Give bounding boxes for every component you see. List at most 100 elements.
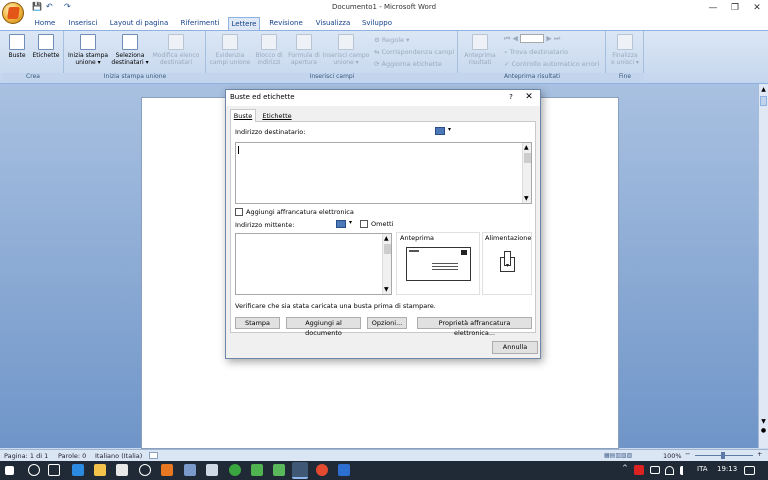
tab-sviluppo[interactable]: Sviluppo — [358, 17, 396, 30]
address-book-icon[interactable] — [435, 127, 445, 135]
mittente-scrollbar[interactable]: ▲ ▼ — [382, 234, 391, 294]
annulla-button[interactable]: Annulla — [492, 341, 538, 354]
app-icon[interactable] — [273, 464, 285, 476]
scroll-down-icon[interactable]: ▼ — [384, 286, 389, 293]
address-book-icon[interactable] — [336, 220, 346, 228]
modifica-elenco-button[interactable]: Modifica elenco destinatari — [150, 34, 202, 66]
destinatario-scrollbar[interactable]: ▲ ▼ — [522, 143, 531, 203]
first-record-icon[interactable]: ⏮ — [504, 35, 510, 43]
anteprima-box[interactable]: Anteprima — [396, 232, 480, 295]
task-view-icon[interactable] — [48, 464, 60, 476]
undo-icon[interactable]: ↶ — [46, 2, 53, 14]
tab-layout[interactable]: Layout di pagina — [106, 17, 172, 30]
search-icon[interactable] — [28, 464, 40, 476]
scroll-down-icon[interactable]: ▼ — [760, 418, 767, 426]
scroll-up-icon[interactable]: ▲ — [760, 86, 767, 94]
office-button[interactable] — [2, 2, 24, 24]
chrome-icon[interactable] — [316, 464, 328, 476]
zoom-level[interactable]: 100% — [663, 452, 682, 460]
last-record-icon[interactable]: ⏭ — [554, 35, 560, 43]
app-icon[interactable] — [161, 464, 173, 476]
word-taskbar-icon[interactable] — [292, 462, 308, 479]
dialog-close-button[interactable]: ✕ — [522, 90, 536, 105]
tray-app-icon[interactable] — [634, 465, 644, 475]
tab-riferimenti[interactable]: Riferimenti — [176, 17, 224, 30]
app-icon[interactable] — [338, 464, 350, 476]
app-icon[interactable] — [206, 464, 218, 476]
ometti-checkbox[interactable] — [360, 220, 368, 228]
scroll-down-icon[interactable]: ▼ — [524, 195, 529, 202]
seleziona-destinatari-button[interactable]: Seleziona destinatari ▾ — [110, 34, 150, 66]
stampa-button[interactable]: Stampa — [235, 317, 280, 329]
volume-icon[interactable] — [680, 466, 689, 475]
scroll-thumb[interactable] — [384, 244, 391, 254]
app-icon[interactable] — [229, 464, 241, 476]
evidenzia-campi-button[interactable]: Evidenzia campi unione — [208, 34, 252, 66]
affrancatura-checkbox[interactable] — [235, 208, 243, 216]
network-icon[interactable] — [665, 466, 674, 475]
tab-visualizza[interactable]: Visualizza — [312, 17, 354, 30]
close-button[interactable]: ✕ — [746, 0, 768, 17]
input-language[interactable]: ITA — [697, 465, 708, 473]
dialog-help-button[interactable]: ? — [505, 90, 517, 105]
minimize-button[interactable]: — — [702, 0, 724, 17]
battery-icon[interactable] — [650, 466, 660, 474]
windows-start-icon[interactable] — [5, 466, 14, 475]
scroll-up-icon[interactable]: ▲ — [384, 235, 389, 242]
maximize-button[interactable]: ❐ — [724, 0, 746, 17]
buste-button[interactable]: Buste — [5, 34, 29, 59]
tab-buste[interactable]: Buste — [230, 109, 256, 122]
corrispondenza-campi-button[interactable]: ⇆ Corrispondenza campi — [374, 47, 456, 57]
mittente-field[interactable]: ▲ ▼ — [235, 233, 392, 295]
trova-destinatario-button[interactable]: ⌕ Trova destinatario — [504, 47, 600, 57]
save-icon[interactable]: 💾 — [32, 2, 42, 14]
aggiorna-etichette-button[interactable]: ⟳ Aggiorna etichette — [374, 59, 454, 69]
edge-icon[interactable] — [72, 464, 84, 476]
tab-inserisci[interactable]: Inserisci — [64, 17, 102, 30]
regole-button[interactable]: ⚙ Regole ▾ — [374, 35, 454, 45]
app-icon[interactable] — [184, 464, 196, 476]
record-navigation[interactable]: ⏮ ◀ ▶ ⏭ — [504, 34, 584, 44]
scroll-up-icon[interactable]: ▲ — [524, 144, 529, 151]
inizia-stampa-unione-button[interactable]: Inizia stampa unione ▾ — [66, 34, 110, 66]
view-buttons[interactable]: ▦▤▥▧▨ — [604, 452, 654, 460]
tab-home[interactable]: Home — [30, 17, 60, 30]
inserisci-campo-unione-button[interactable]: Inserisci campo unione ▾ — [322, 34, 370, 66]
zoom-out-button[interactable]: − — [685, 450, 690, 458]
zoom-slider-thumb[interactable] — [721, 452, 725, 459]
tab-revisione[interactable]: Revisione — [266, 17, 306, 30]
page-indicator[interactable]: Pagina: 1 di 1 — [4, 452, 48, 460]
chevron-down-icon[interactable]: ▾ — [448, 126, 451, 133]
vertical-scrollbar[interactable]: ▲ ▼ ● — [758, 84, 768, 448]
app-icon[interactable] — [251, 464, 263, 476]
tab-lettere[interactable]: Lettere — [228, 17, 260, 30]
alimentazione-box[interactable]: Alimentazione — [482, 232, 532, 295]
file-explorer-icon[interactable] — [94, 464, 106, 476]
language-indicator[interactable]: Italiano (Italia) — [95, 452, 142, 460]
word-count[interactable]: Parole: 0 — [58, 452, 86, 460]
etichette-button[interactable]: Etichette — [31, 34, 61, 59]
zoom-in-button[interactable]: + — [757, 450, 762, 458]
media-icon[interactable] — [139, 464, 151, 476]
redo-icon[interactable]: ↷ — [64, 2, 71, 14]
store-icon[interactable] — [116, 464, 128, 476]
select-browse-object-icon[interactable]: ● — [760, 427, 767, 435]
macro-record-icon[interactable] — [149, 452, 158, 459]
action-center-icon[interactable] — [744, 466, 755, 475]
controllo-errori-button[interactable]: ✓ Controllo automatico errori — [504, 59, 604, 69]
record-number-field[interactable] — [520, 34, 545, 43]
anteprima-risultati-button[interactable]: Anteprima risultati — [460, 34, 500, 66]
proprieta-affrancatura-button[interactable]: Proprietà affrancatura elettronica... — [417, 317, 532, 337]
tray-chevron-icon[interactable]: ^ — [622, 464, 628, 472]
scroll-thumb[interactable] — [524, 153, 531, 163]
destinatario-field[interactable]: ▲ ▼ — [235, 142, 532, 204]
next-record-icon[interactable]: ▶ — [546, 35, 551, 43]
clock[interactable]: 19:13 — [717, 465, 737, 473]
opzioni-button[interactable]: Opzioni... — [367, 317, 407, 329]
previous-record-icon[interactable]: ◀ — [513, 35, 518, 43]
blocco-indirizzi-button[interactable]: Blocco di indirizzi — [252, 34, 286, 66]
chevron-down-icon[interactable]: ▾ — [349, 219, 352, 226]
aggiungi-al-documento-button[interactable]: Aggiungi al documento — [286, 317, 361, 337]
formula-apertura-button[interactable]: Formula di apertura — [286, 34, 322, 66]
scroll-thumb[interactable] — [760, 96, 767, 106]
